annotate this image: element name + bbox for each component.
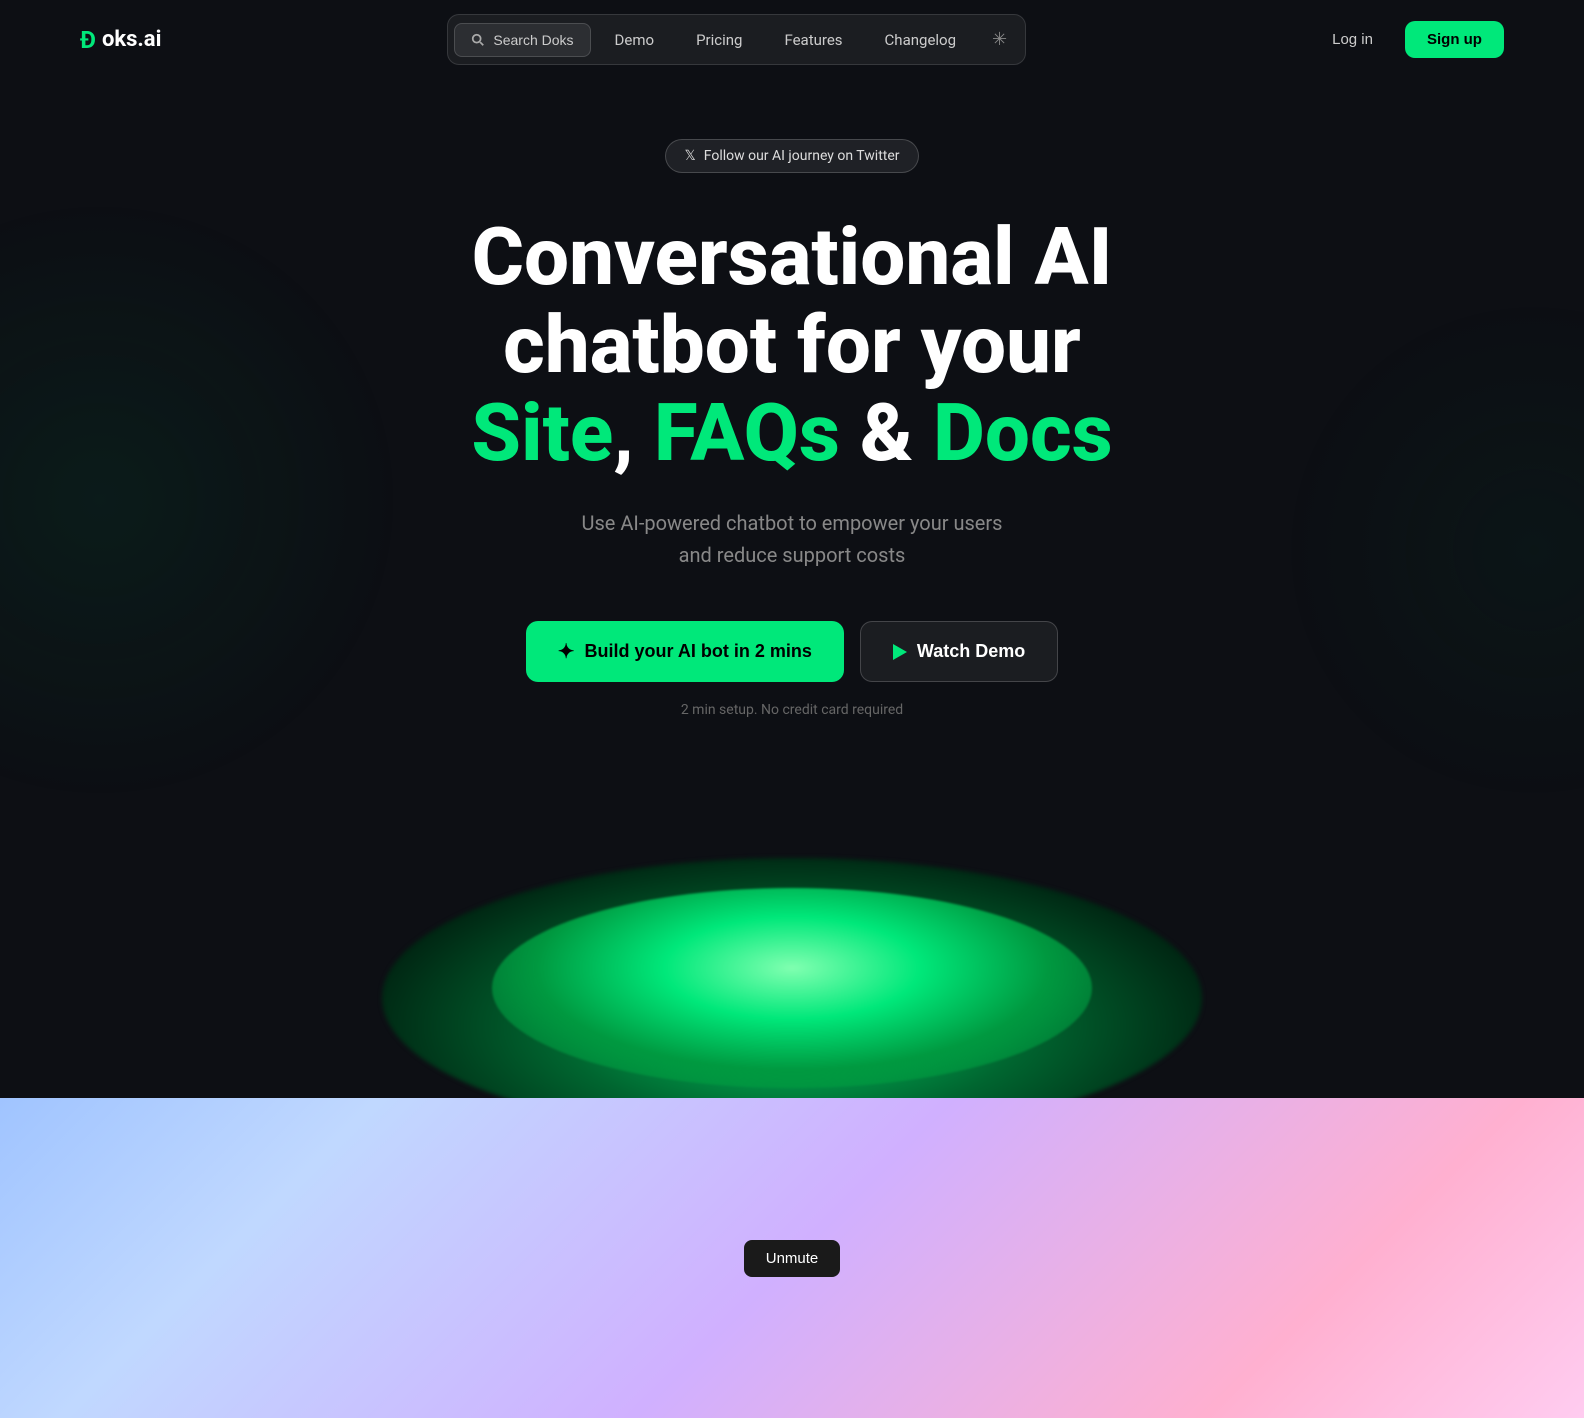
login-button[interactable]: Log in: [1312, 23, 1393, 56]
search-button[interactable]: Search Doks: [454, 23, 590, 57]
nav-changelog[interactable]: Changelog: [867, 23, 974, 57]
cta-secondary-label: Watch Demo: [917, 641, 1025, 662]
navbar: Ð oks.ai Search Doks Demo Pricing Featur…: [0, 0, 1584, 79]
hero-title-green2: FAQs: [654, 386, 840, 480]
hero-title-line1: Conversational AI: [472, 210, 1113, 304]
nav-pricing[interactable]: Pricing: [678, 23, 760, 57]
cta-primary-label: Build your AI bot in 2 mins: [585, 641, 812, 662]
hero-buttons: ✦ Build your AI bot in 2 mins Watch Demo: [526, 621, 1058, 682]
cta-primary-button[interactable]: ✦ Build your AI bot in 2 mins: [526, 621, 844, 682]
asterisk-icon[interactable]: ✳: [980, 21, 1019, 58]
logo-icon: Ð: [80, 26, 96, 54]
sparkle-icon: ✦: [558, 639, 575, 664]
nav-demo[interactable]: Demo: [597, 23, 673, 57]
twitter-badge-text: Follow our AI journey on Twitter: [704, 148, 900, 164]
hero-section: 𝕏 Follow our AI journey on Twitter Conve…: [0, 79, 1584, 778]
video-section: Unmute: [0, 1098, 1584, 1418]
search-label: Search Doks: [493, 32, 573, 48]
twitter-badge[interactable]: 𝕏 Follow our AI journey on Twitter: [665, 139, 918, 173]
hero-title-green1: Site: [471, 386, 613, 480]
nav-center: Search Doks Demo Pricing Features Change…: [447, 14, 1026, 65]
hero-subtitle: Use AI-powered chatbot to empower your u…: [581, 507, 1002, 571]
blob-section: [0, 778, 1584, 1098]
hero-subtitle-line1: Use AI-powered chatbot to empower your u…: [581, 511, 1002, 535]
hero-title-sep1: ,: [613, 386, 654, 480]
twitter-icon: 𝕏: [684, 148, 695, 164]
nav-features[interactable]: Features: [766, 23, 860, 57]
logo[interactable]: Ð oks.ai: [80, 26, 161, 54]
hero-title-line2: chatbot for your: [503, 298, 1081, 392]
search-icon: [471, 33, 485, 47]
hero-title-sep2: &: [840, 386, 933, 480]
setup-note: 2 min setup. No credit card required: [681, 702, 903, 718]
green-blob-inner: [492, 888, 1092, 1088]
hero-subtitle-line2: and reduce support costs: [679, 543, 906, 567]
signup-button[interactable]: Sign up: [1405, 21, 1504, 58]
unmute-button[interactable]: Unmute: [744, 1240, 841, 1277]
play-icon: [893, 644, 907, 660]
cta-secondary-button[interactable]: Watch Demo: [860, 621, 1058, 682]
hero-title-green3: Docs: [933, 386, 1113, 480]
logo-text: oks.ai: [102, 27, 161, 52]
nav-right: Log in Sign up: [1312, 21, 1504, 58]
hero-title: Conversational AI chatbot for your Site,…: [471, 213, 1112, 477]
